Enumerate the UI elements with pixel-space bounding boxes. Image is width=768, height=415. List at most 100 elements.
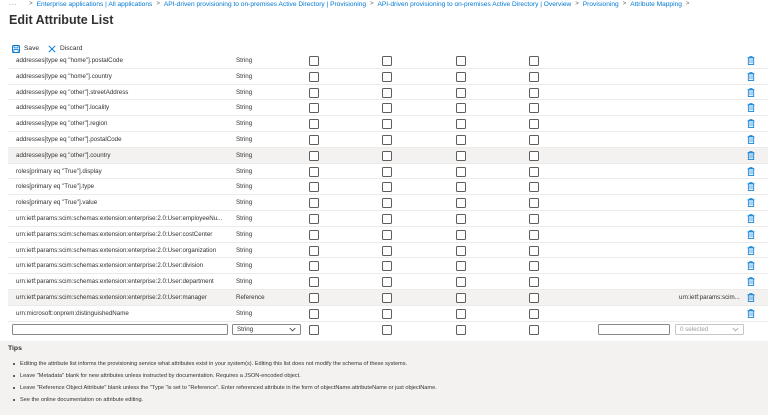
breadcrumb-provisioning-page[interactable]: Provisioning <box>583 1 619 8</box>
delete-icon[interactable] <box>747 103 755 113</box>
multi-value-checkbox[interactable] <box>456 245 466 256</box>
required-checkbox[interactable] <box>382 119 392 130</box>
delete-icon[interactable] <box>747 277 755 287</box>
delete-icon[interactable] <box>747 309 755 318</box>
required-checkbox[interactable] <box>382 229 392 240</box>
exact-case-checkbox[interactable] <box>529 198 539 209</box>
required-checkbox[interactable] <box>382 71 392 82</box>
exact-case-checkbox[interactable] <box>529 182 539 193</box>
multi-value-checkbox[interactable] <box>456 103 466 114</box>
multi-value-checkbox[interactable] <box>456 182 466 193</box>
required-checkbox[interactable] <box>382 325 392 336</box>
primary-key-checkbox[interactable] <box>309 229 319 240</box>
multi-value-checkbox[interactable] <box>456 119 466 130</box>
multi-value-checkbox[interactable] <box>456 56 466 66</box>
required-checkbox[interactable] <box>382 277 392 288</box>
delete-icon[interactable] <box>747 135 755 144</box>
required-checkbox[interactable] <box>382 134 392 145</box>
multi-value-checkbox[interactable] <box>456 325 466 336</box>
save-button[interactable]: Save <box>12 44 39 53</box>
delete-icon[interactable] <box>747 182 755 192</box>
delete-icon[interactable] <box>747 261 755 271</box>
referenced-object-select[interactable]: 0 selected <box>675 324 744 336</box>
reference-object-attribute-input[interactable] <box>598 324 670 336</box>
primary-key-checkbox[interactable] <box>309 71 319 82</box>
exact-case-checkbox[interactable] <box>529 150 539 161</box>
delete-icon[interactable] <box>747 119 755 129</box>
multi-value-checkbox[interactable] <box>456 277 466 288</box>
required-checkbox[interactable] <box>382 261 392 272</box>
delete-icon[interactable] <box>747 198 755 208</box>
delete-icon[interactable] <box>747 245 755 255</box>
required-checkbox[interactable] <box>382 103 392 114</box>
exact-case-checkbox[interactable] <box>529 56 539 66</box>
required-checkbox[interactable] <box>382 87 392 98</box>
primary-key-checkbox[interactable] <box>309 56 319 66</box>
required-checkbox[interactable] <box>382 166 392 177</box>
delete-icon[interactable] <box>747 166 755 176</box>
required-checkbox[interactable] <box>382 308 392 319</box>
multi-value-checkbox[interactable] <box>456 87 466 98</box>
required-checkbox[interactable] <box>382 245 392 256</box>
delete-icon[interactable] <box>747 293 755 302</box>
primary-key-checkbox[interactable] <box>309 292 319 303</box>
primary-key-checkbox[interactable] <box>309 150 319 161</box>
exact-case-checkbox[interactable] <box>529 103 539 114</box>
breadcrumb-attribute-mapping[interactable]: Attribute Mapping <box>630 1 682 8</box>
breadcrumb-enterprise-applications[interactable]: Enterprise applications | All applicatio… <box>37 1 153 8</box>
primary-key-checkbox[interactable] <box>309 245 319 256</box>
primary-key-checkbox[interactable] <box>309 213 319 224</box>
exact-case-checkbox[interactable] <box>529 325 539 336</box>
multi-value-checkbox[interactable] <box>456 213 466 224</box>
primary-key-checkbox[interactable] <box>309 87 319 98</box>
multi-value-checkbox[interactable] <box>456 150 466 161</box>
breadcrumb-provisioning[interactable]: API-driven provisioning to on-premises A… <box>164 1 366 8</box>
exact-case-checkbox[interactable] <box>529 277 539 288</box>
multi-value-checkbox[interactable] <box>456 134 466 145</box>
new-attribute-name-input[interactable] <box>12 324 228 336</box>
exact-case-checkbox[interactable] <box>529 292 539 303</box>
primary-key-checkbox[interactable] <box>309 134 319 145</box>
primary-key-checkbox[interactable] <box>309 277 319 288</box>
required-checkbox[interactable] <box>382 150 392 161</box>
discard-button[interactable]: Discard <box>48 44 82 53</box>
delete-icon[interactable] <box>747 151 755 160</box>
multi-value-checkbox[interactable] <box>456 292 466 303</box>
required-checkbox[interactable] <box>382 213 392 224</box>
primary-key-checkbox[interactable] <box>309 166 319 177</box>
new-attribute-type-select[interactable]: String <box>232 324 301 336</box>
primary-key-checkbox[interactable] <box>309 325 319 336</box>
breadcrumb-overview[interactable]: API-driven provisioning to on-premises A… <box>378 1 572 8</box>
exact-case-checkbox[interactable] <box>529 71 539 82</box>
required-checkbox[interactable] <box>382 292 392 303</box>
primary-key-checkbox[interactable] <box>309 308 319 319</box>
primary-key-checkbox[interactable] <box>309 261 319 272</box>
delete-icon[interactable] <box>747 230 755 239</box>
primary-key-checkbox[interactable] <box>309 119 319 130</box>
delete-icon[interactable] <box>747 87 755 97</box>
exact-case-checkbox[interactable] <box>529 87 539 98</box>
multi-value-checkbox[interactable] <box>456 198 466 209</box>
exact-case-checkbox[interactable] <box>529 261 539 272</box>
multi-value-checkbox[interactable] <box>456 308 466 319</box>
primary-key-checkbox[interactable] <box>309 182 319 193</box>
exact-case-checkbox[interactable] <box>529 166 539 177</box>
delete-icon[interactable] <box>747 56 755 65</box>
delete-icon[interactable] <box>747 214 755 223</box>
required-checkbox[interactable] <box>382 56 392 66</box>
exact-case-checkbox[interactable] <box>529 213 539 224</box>
multi-value-checkbox[interactable] <box>456 229 466 240</box>
primary-key-checkbox[interactable] <box>309 103 319 114</box>
exact-case-checkbox[interactable] <box>529 308 539 319</box>
required-checkbox[interactable] <box>382 198 392 209</box>
breadcrumb-overflow-icon[interactable]: ··· <box>9 1 17 8</box>
exact-case-checkbox[interactable] <box>529 245 539 256</box>
primary-key-checkbox[interactable] <box>309 198 319 209</box>
multi-value-checkbox[interactable] <box>456 71 466 82</box>
multi-value-checkbox[interactable] <box>456 261 466 272</box>
required-checkbox[interactable] <box>382 182 392 193</box>
exact-case-checkbox[interactable] <box>529 229 539 240</box>
exact-case-checkbox[interactable] <box>529 119 539 130</box>
exact-case-checkbox[interactable] <box>529 134 539 145</box>
multi-value-checkbox[interactable] <box>456 166 466 177</box>
